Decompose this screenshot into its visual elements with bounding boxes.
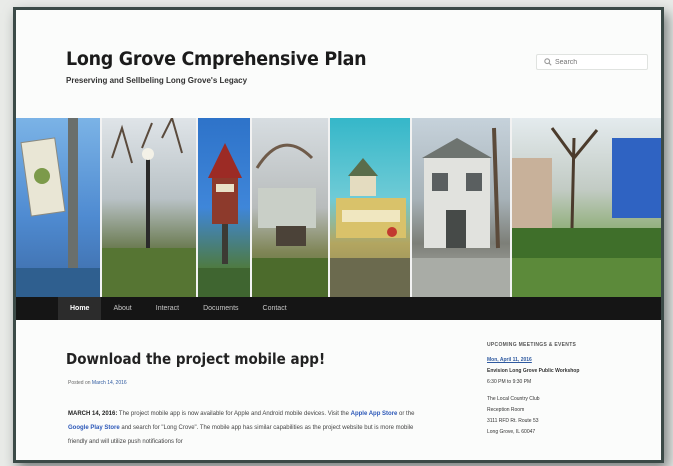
search-input[interactable] [555, 58, 635, 66]
event-address: 3111 RFD Rt. Route 53 [487, 418, 539, 424]
event-venue-room: Reception Room [487, 407, 525, 413]
google-play-store-link[interactable]: Google Play Store [68, 425, 120, 431]
site-tagline: Preserving and Sellbeling Long Grove's L… [66, 76, 248, 85]
nav-item-interact[interactable]: Interact [144, 297, 191, 320]
sidebar-heading: UPCOMING MEETINGS & EVENTS [487, 342, 577, 348]
event-city: Long Grove, IL 60047 [487, 429, 536, 435]
post-date-lead: MARCH 14, 2016: [68, 411, 118, 417]
event-venue: The Local Country Club [487, 396, 540, 402]
banner-photo-shop [330, 118, 412, 297]
banner-photo-street [512, 118, 661, 297]
sidebar-event: Mon, April 11, 2016 Envision Long Grove … [487, 355, 637, 438]
post-date-link[interactable]: March 14, 2016 [92, 380, 127, 386]
post-body-text-3: and search for "Long Crove". The mobile … [68, 425, 414, 445]
nav-item-documents[interactable]: Documents [191, 297, 250, 320]
event-title: Envision Long Grove Public Workshop [487, 368, 580, 374]
nav-item-about[interactable]: About [101, 297, 143, 320]
banner-photo-sign [16, 118, 102, 297]
header-banner-image [16, 118, 661, 297]
post-title[interactable]: Download the project mobile app! [66, 350, 325, 368]
banner-photo-house [252, 118, 330, 297]
apple-app-store-link[interactable]: Apple App Store [351, 411, 398, 417]
post-body-text-1: The project mobile app is now available … [117, 411, 351, 417]
post-body-text-2: or the [397, 411, 415, 417]
search-box[interactable] [536, 54, 648, 70]
post-meta: Posted on March 14, 2016 [68, 380, 127, 386]
banner-photo-birdhouse [198, 118, 252, 297]
banner-photo-building [412, 118, 512, 297]
browser-frame: Long Grove Cmprehensive Plan Preserving … [13, 7, 664, 463]
nav-item-home[interactable]: Home [58, 297, 102, 320]
event-date-link[interactable]: Mon, April 11, 2016 [487, 355, 637, 366]
post-body: MARCH 14, 2016: The project mobile app i… [68, 407, 430, 449]
search-icon [544, 58, 552, 66]
site-title[interactable]: Long Grove Cmprehensive Plan [66, 48, 367, 70]
banner-photo-lamppost [102, 118, 198, 297]
main-nav: Home About Interact Documents Contact [16, 297, 661, 320]
event-time: 6:30 PM to 9:30 PM [487, 379, 532, 385]
post-meta-prefix: Posted on [68, 380, 91, 386]
nav-item-contact[interactable]: Contact [251, 297, 299, 320]
